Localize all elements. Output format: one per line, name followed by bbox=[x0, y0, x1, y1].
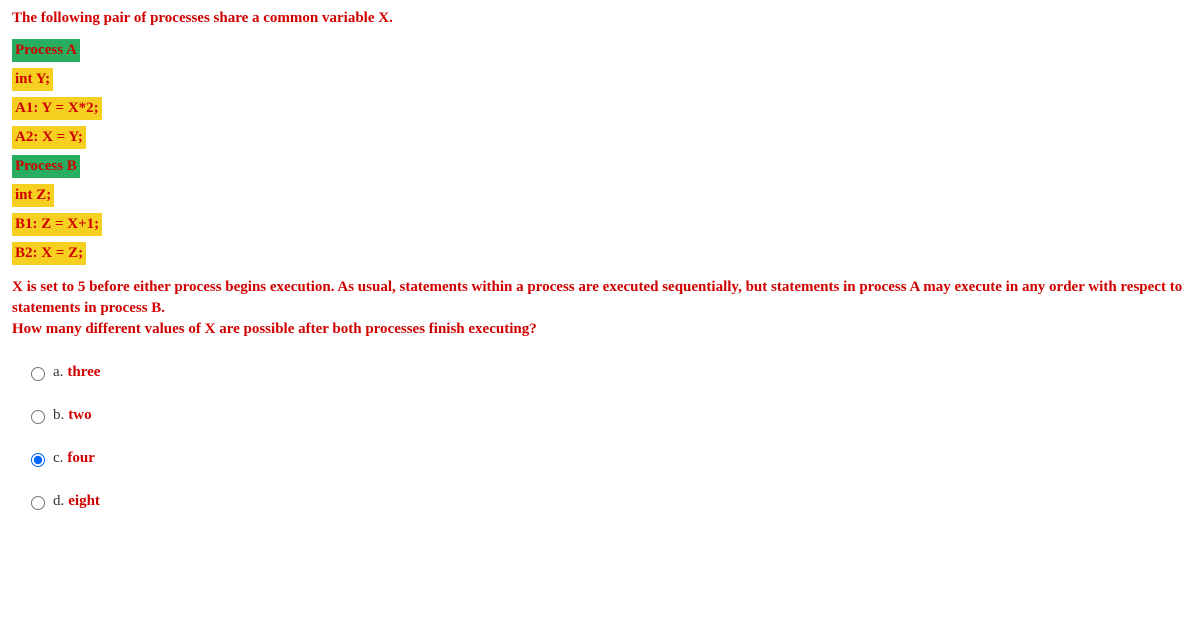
code-line-process-a: Process A bbox=[12, 39, 1188, 62]
question-intro: The following pair of processes share a … bbox=[12, 8, 1188, 29]
option-b-text: two bbox=[68, 405, 91, 426]
option-d[interactable]: d. eight bbox=[26, 491, 1188, 512]
stmt-a1: A1: Y = X*2; bbox=[12, 97, 102, 120]
radio-a[interactable] bbox=[31, 367, 45, 381]
option-a-text: three bbox=[67, 362, 100, 383]
question-sentence-1: X is set to 5 before either process begi… bbox=[12, 279, 1182, 316]
option-a-letter: a. bbox=[53, 362, 63, 383]
code-line-b1: B1: Z = X+1; bbox=[12, 213, 1188, 236]
stmt-b2: B2: X = Z; bbox=[12, 242, 86, 265]
stmt-a2: A2: X = Y; bbox=[12, 126, 86, 149]
code-line-int-z: int Z; bbox=[12, 184, 1188, 207]
code-line-int-y: int Y; bbox=[12, 68, 1188, 91]
stmt-b1: B1: Z = X+1; bbox=[12, 213, 102, 236]
option-b[interactable]: b. two bbox=[26, 405, 1188, 426]
int-z-decl: int Z; bbox=[12, 184, 54, 207]
code-line-process-b: Process B bbox=[12, 155, 1188, 178]
option-a[interactable]: a. three bbox=[26, 362, 1188, 383]
option-d-text: eight bbox=[68, 491, 100, 512]
process-a-label: Process A bbox=[12, 39, 80, 62]
option-b-letter: b. bbox=[53, 405, 64, 426]
code-line-b2: B2: X = Z; bbox=[12, 242, 1188, 265]
question-body: X is set to 5 before either process begi… bbox=[12, 277, 1188, 340]
option-c-text: four bbox=[67, 448, 95, 469]
radio-b[interactable] bbox=[31, 410, 45, 424]
code-line-a1: A1: Y = X*2; bbox=[12, 97, 1188, 120]
question-sentence-2: How many different values of X are possi… bbox=[12, 321, 537, 337]
process-b-label: Process B bbox=[12, 155, 80, 178]
radio-c[interactable] bbox=[31, 453, 45, 467]
option-c[interactable]: c. four bbox=[26, 448, 1188, 469]
int-y-decl: int Y; bbox=[12, 68, 53, 91]
code-line-a2: A2: X = Y; bbox=[12, 126, 1188, 149]
option-c-letter: c. bbox=[53, 448, 63, 469]
option-d-letter: d. bbox=[53, 491, 64, 512]
answer-options: a. three b. two c. four d. eight bbox=[12, 362, 1188, 512]
radio-d[interactable] bbox=[31, 496, 45, 510]
